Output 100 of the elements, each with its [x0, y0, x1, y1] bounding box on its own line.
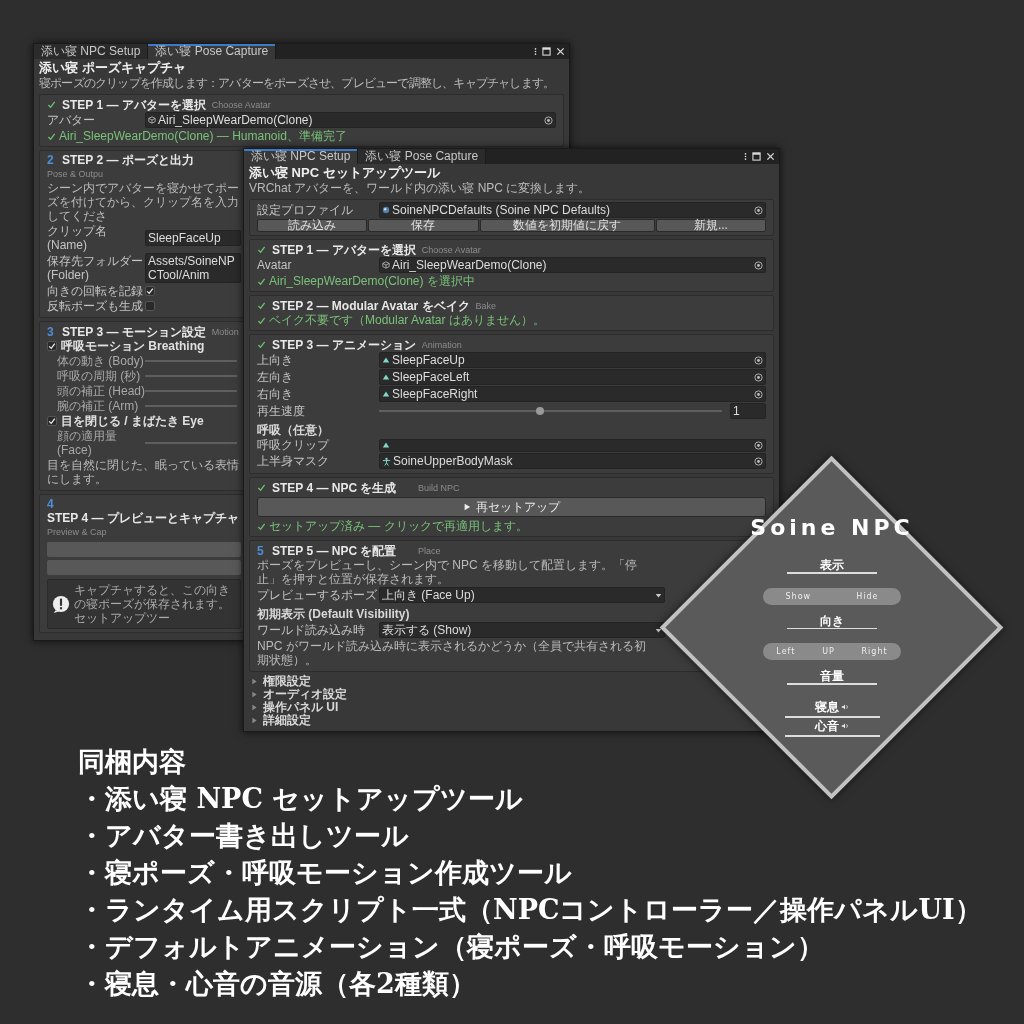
object-field[interactable]: Airi_SleepWearDemo(Clone) [379, 257, 766, 273]
slider-label: 体の動き (Body) [56, 354, 145, 368]
window-heading: 添い寝 ポーズキャプチャ [39, 60, 187, 76]
window-heading: 添い寝 NPC セットアップツール [249, 165, 441, 181]
tab[interactable]: 添い寝 Pose Capture [148, 44, 277, 59]
checkbox-label: 向きの回転を記録 [47, 284, 144, 298]
close-icon[interactable] [766, 152, 775, 161]
step-subtitle: Animation [421, 338, 462, 352]
step-subtitle: Choose Avatar [211, 98, 271, 112]
more-icon[interactable] [534, 47, 537, 56]
object-field[interactable]: SleepFaceUp [379, 352, 766, 368]
step-number: 2 [47, 153, 55, 167]
slider-label: 呼吸の周期 (秒) [56, 369, 142, 383]
speaker-icon [841, 722, 849, 730]
step-subtitle: Preview & Cap [47, 526, 107, 539]
step-title: STEP 4 — プレビューとキャプチャ [47, 511, 239, 525]
close-icon[interactable] [556, 47, 565, 56]
object-field[interactable]: SleepFaceUp [145, 230, 241, 246]
volume-slider[interactable] [784, 715, 880, 718]
maximize-icon[interactable] [752, 152, 761, 161]
cube-icon [382, 261, 390, 269]
object-field[interactable] [379, 438, 766, 452]
field-label: 保存先フォルダー (Folder) [47, 254, 144, 282]
slider-thumb[interactable] [536, 407, 545, 415]
bullet-item: ・添い寝 NPC セットアップツール [78, 782, 524, 816]
bullet-item: ・デフォルトアニメーション（寝ポーズ・呼吸モーション） [78, 930, 824, 964]
more-icon[interactable] [744, 152, 747, 161]
object-field[interactable]: SoineUpperBodyMask [379, 453, 766, 469]
dropdown[interactable]: 表示する (Show) [379, 622, 665, 638]
window-description: 寝ポーズのクリップを作成します：アバターをポーズさせ、プレビューで調整し、キャプチャします。 [39, 76, 556, 90]
subheading: 初期表示 (Default Visibility) [257, 607, 411, 621]
info-text: キャプチャすると、この向きの寝ポーズが保存されます。セットアップツー [74, 583, 231, 625]
checkbox[interactable] [47, 416, 57, 426]
field-label: 呼吸クリップ [257, 438, 331, 452]
slider-label: 再生速度 [257, 404, 306, 418]
volume-slider[interactable] [784, 734, 880, 737]
tab[interactable]: 添い寝 NPC Setup [244, 149, 359, 164]
object-field[interactable]: SleepFaceLeft [379, 369, 766, 385]
step-title: STEP 5 — NPC を配置 [272, 543, 398, 558]
step-title: STEP 3 — アニメーション [272, 337, 416, 352]
toolbar-button[interactable]: 新規... [655, 219, 766, 232]
window-description: VRChat アバターを、ワールド内の添い寝 NPC に変換します。 [249, 181, 592, 195]
step-title: STEP 1 — アバターを選択 [272, 242, 416, 257]
checkbox-label: 目を閉じる / まばたき Eye [61, 414, 204, 428]
toolbar-button[interactable]: 保存 [368, 219, 479, 232]
target-icon[interactable] [754, 260, 763, 270]
foldout[interactable]: 権限設定 [249, 675, 313, 688]
checkbox[interactable] [47, 341, 57, 351]
slider-label: 顔の適用量 (Face) [56, 429, 118, 457]
status-message: セットアップ済み — クリックで再適用します。 [269, 519, 528, 533]
setup-button[interactable]: 再セットアップ [257, 497, 766, 517]
tab[interactable]: 添い寝 NPC Setup [34, 44, 149, 59]
checkbox[interactable] [145, 286, 155, 296]
check-icon [47, 131, 56, 141]
step-title: STEP 1 — アバターを選択 [62, 97, 206, 112]
caption-heading: 同梱内容 [78, 745, 186, 779]
sphere-icon [382, 206, 390, 214]
status-message: ベイク不要です（Modular Avatar はありません）。 [269, 313, 545, 327]
help-text: 目を自然に閉じた、眠っている表情にします。 [47, 458, 240, 486]
field-label: アバター [47, 113, 96, 127]
foldout[interactable]: オーディオ設定 [249, 688, 349, 701]
status-message: Airi_SleepWearDemo(Clone) を選択中 [269, 274, 475, 288]
field-label: 上半身マスク [257, 454, 330, 468]
step-subtitle: Choose Avatar [421, 243, 481, 257]
triangle-icon [382, 390, 390, 398]
step-title: STEP 3 — モーション設定 [62, 324, 206, 339]
help-text: シーン内でアバターを寝かせてポーズを付けてから、クリップ名を入力してくださ [47, 181, 240, 223]
triangle-icon [382, 373, 390, 381]
toolbar-button[interactable]: 数値を初期値に戻す [479, 219, 655, 232]
bullet-item: ・寝息・心音の音源（各2種類） [78, 967, 476, 1001]
step-number: 5 [257, 543, 265, 558]
object-field[interactable]: SoineNPCDefaults (Soine NPC Defaults) [379, 202, 766, 218]
check-icon [257, 521, 266, 531]
person-icon [382, 456, 391, 466]
foldout[interactable]: 操作パネル UI [249, 701, 341, 714]
object-field[interactable]: Airi_SleepWearDemo(Clone) [145, 112, 556, 128]
object-field[interactable]: SleepFaceRight [379, 386, 766, 402]
bullet-item: ・アバター書き出しツール [78, 819, 409, 853]
foldout[interactable]: 詳細設定 [249, 714, 313, 727]
step-subtitle: Motion [211, 325, 239, 339]
checkbox-label: 呼吸モーション Breathing [61, 339, 205, 353]
step-subtitle: Place [418, 544, 441, 558]
field-label: 上向き [257, 353, 294, 367]
toolbar-button[interactable]: 読み込み [257, 219, 368, 232]
checkbox-label: 反転ポーズも生成 [47, 299, 144, 313]
tab[interactable]: 添い寝 Pose Capture [358, 149, 487, 164]
target-icon[interactable] [544, 115, 553, 125]
dropdown[interactable]: 上向き (Face Up) [379, 587, 665, 603]
speaker-icon [841, 703, 849, 711]
checkbox[interactable] [145, 301, 155, 311]
object-field[interactable]: Assets/SoineNPCTool/Anim [145, 253, 241, 283]
target-icon[interactable] [754, 205, 763, 215]
help-text: NPC がワールド読み込み時に表示されるかどうか（全員で共有される初期状態）。 [257, 639, 647, 667]
step-subtitle: Pose & Outpu [47, 168, 104, 181]
number-field[interactable]: 1 [730, 403, 766, 419]
slider-label: 腕の補正 (Arm) [56, 399, 140, 413]
status-message: Airi_SleepWearDemo(Clone) — Humanoid、準備完了 [59, 129, 347, 143]
maximize-icon[interactable] [542, 47, 551, 56]
field-label: 設定プロファイル [257, 203, 354, 217]
field-label: 右向き [257, 387, 294, 401]
